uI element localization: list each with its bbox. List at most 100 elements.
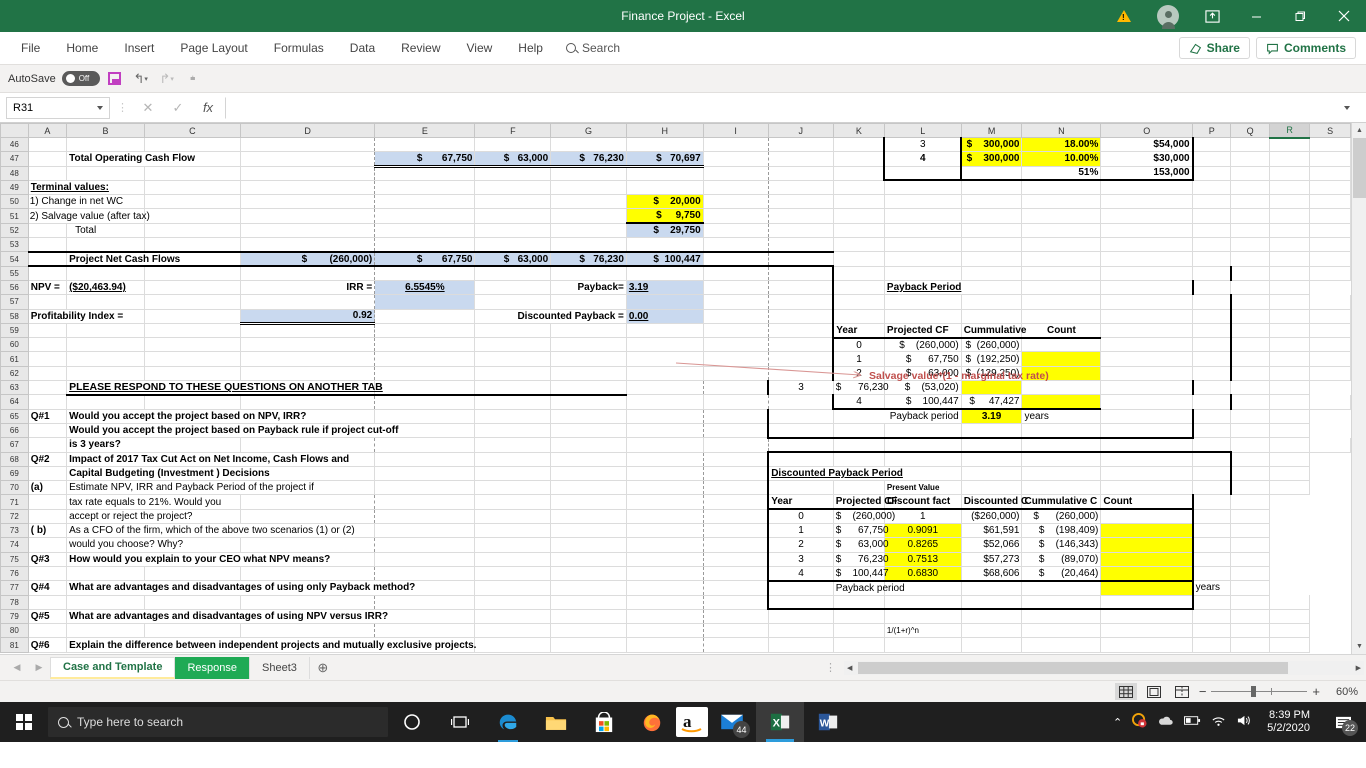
dep-amount-4[interactable]: $30,000 — [1100, 151, 1194, 167]
dpb-cf-2[interactable]: $ 63,000 — [833, 537, 889, 553]
dpb-hdr-cf[interactable]: Projected CF — [833, 494, 897, 511]
pb-year-1[interactable]: 1 — [832, 351, 885, 367]
row-header-57[interactable]: 57 — [0, 294, 29, 310]
irr-label[interactable]: IRR = — [240, 280, 376, 296]
payback-period-title[interactable]: Payback Period — [884, 280, 1023, 296]
dpb-count-4[interactable] — [1100, 566, 1194, 582]
cancel-formula-icon[interactable]: ✕ — [135, 97, 161, 119]
zoom-out-button[interactable]: − — [1199, 684, 1207, 699]
edge-icon[interactable] — [484, 702, 532, 742]
minimize-button[interactable] — [1234, 0, 1278, 32]
dep-amount-3[interactable]: $54,000 — [1100, 137, 1194, 153]
q5-text[interactable]: What are advantages and disadvantages of… — [66, 609, 476, 625]
col-A[interactable]: A — [27, 123, 68, 138]
col-O[interactable]: O — [1100, 123, 1194, 138]
dpb-hdr-count[interactable]: Count — [1100, 494, 1194, 511]
dpb-cf-3[interactable]: $ 76,230 — [833, 552, 889, 567]
row-header-46[interactable]: 46 — [0, 136, 29, 153]
q4-tag[interactable]: Q#4 — [28, 580, 68, 596]
select-all-corner[interactable] — [0, 123, 29, 138]
col-C[interactable]: C — [143, 123, 241, 138]
add-sheet-button[interactable]: ⊕ — [310, 657, 336, 679]
row-header-71[interactable]: 71 — [0, 494, 29, 510]
col-Q[interactable]: Q — [1230, 123, 1270, 138]
discounted-payback-label[interactable]: Discounted Payback = — [474, 309, 627, 324]
dpb-factor-4[interactable]: 0.6830 — [884, 566, 962, 582]
page-layout-view-icon[interactable] — [1143, 683, 1165, 700]
row-header-75[interactable]: 75 — [0, 551, 29, 567]
q1-text[interactable]: Would you accept the project based on NP… — [66, 409, 376, 424]
terminal-row-1-value[interactable]: $ 9,750 — [626, 208, 704, 225]
dpb-factor-1[interactable]: 0.9091 — [884, 523, 962, 539]
wifi-icon[interactable] — [1211, 715, 1226, 730]
zoom-in-button[interactable]: + — [1312, 684, 1320, 699]
row-header-68[interactable]: 68 — [0, 451, 29, 467]
firefox-icon[interactable] — [628, 702, 676, 742]
col-S[interactable]: S — [1309, 123, 1351, 138]
ncf-e[interactable]: $ 67,750 — [374, 250, 476, 268]
dpb-year-0[interactable]: 0 — [767, 509, 834, 525]
dpb-hdr-year[interactable]: Year — [767, 494, 834, 511]
q1-tag[interactable]: Q#1 — [28, 409, 68, 424]
mail-icon[interactable]: 44 — [708, 702, 756, 742]
redo-icon[interactable]: ↱ ▾ — [156, 68, 178, 90]
task-view-icon[interactable] — [436, 702, 484, 742]
col-J[interactable]: J — [767, 123, 834, 138]
row-header-60[interactable]: 60 — [0, 337, 29, 353]
tab-help[interactable]: Help — [505, 35, 556, 61]
name-box[interactable]: R31 — [6, 96, 110, 119]
vertical-scroll-thumb[interactable] — [1353, 138, 1366, 198]
ncf-f[interactable]: $ 63,000 — [474, 250, 552, 268]
row-header-49[interactable]: 49 — [0, 179, 29, 196]
q4-text[interactable]: What are advantages and disadvantages of… — [66, 580, 476, 596]
npv-label[interactable]: NPV = — [28, 280, 68, 296]
tab-data[interactable]: Data — [337, 35, 388, 61]
col-F[interactable]: F — [474, 123, 552, 138]
taskbar-search-input[interactable]: Type here to search — [48, 707, 388, 737]
dpb-disc-0[interactable]: ($260,000) — [961, 509, 1023, 525]
dpb-disc-1[interactable]: $61,591 — [961, 523, 1023, 539]
discounted-payback-value[interactable]: 0.00 — [626, 309, 704, 324]
insert-function-icon[interactable]: fx — [195, 97, 221, 119]
col-L[interactable]: L — [883, 123, 962, 138]
scroll-up-icon[interactable]: ▲ — [1352, 123, 1366, 138]
terminal-row-2-label[interactable]: Total — [66, 223, 145, 239]
dpb-cum-0[interactable]: $ (260,000) — [1021, 509, 1102, 525]
notification-center-icon[interactable]: 22 — [1326, 702, 1360, 742]
zoom-track[interactable] — [1211, 686, 1308, 697]
ncf-h[interactable]: $ 100,447 — [626, 250, 704, 268]
q1-text-3[interactable]: is 3 years? — [66, 437, 241, 453]
pb-hdr-count[interactable]: Count — [1021, 323, 1102, 339]
pb-footer-value[interactable]: 3.19 — [961, 409, 1023, 424]
volume-icon[interactable] — [1236, 714, 1251, 730]
warning-icon[interactable] — [1102, 0, 1146, 32]
row-header-78[interactable]: 78 — [0, 594, 29, 610]
q5-tag[interactable]: Q#5 — [28, 609, 68, 625]
enter-formula-icon[interactable]: ✓ — [165, 97, 191, 119]
onedrive-icon[interactable] — [1157, 715, 1174, 730]
row-header-81[interactable]: 81 — [0, 637, 29, 653]
page-break-view-icon[interactable] — [1171, 683, 1193, 700]
dpb-disc-2[interactable]: $52,066 — [961, 537, 1023, 553]
dep-year-3[interactable]: 3 — [884, 137, 962, 153]
q2a-text-3[interactable]: accept or reject the project? — [66, 509, 241, 525]
dpb-factor-0[interactable]: 1 — [884, 509, 962, 525]
dpb-disc-3[interactable]: $57,273 — [961, 552, 1023, 567]
dpb-year-4[interactable]: 4 — [767, 566, 834, 582]
pb-footer-label[interactable]: Payback period — [833, 409, 962, 424]
tocf-h[interactable]: $ 70,697 — [626, 151, 704, 168]
row-header-53[interactable]: 53 — [0, 237, 29, 253]
dpb-hdr-factor[interactable]: Discount fact — [884, 494, 962, 511]
col-G[interactable]: G — [550, 123, 627, 138]
dpb-footer-value[interactable] — [1100, 580, 1194, 596]
tab-view[interactable]: View — [454, 35, 506, 61]
dep-total-rate[interactable]: 51% — [1021, 166, 1102, 182]
dpb-cum-3[interactable]: $ (89,070) — [1021, 552, 1102, 567]
row-header-66[interactable]: 66 — [0, 422, 29, 439]
sheet-resize-handle[interactable]: ⋮ — [825, 661, 844, 674]
row-header-76[interactable]: 76 — [0, 565, 29, 582]
q2a-text-2[interactable]: tax rate equals to 21%. Would you — [66, 494, 241, 510]
col-R[interactable]: R — [1268, 123, 1311, 139]
discount-formula-note[interactable]: 1/(1+r)^n — [884, 623, 962, 639]
q3-tag[interactable]: Q#3 — [28, 552, 68, 567]
